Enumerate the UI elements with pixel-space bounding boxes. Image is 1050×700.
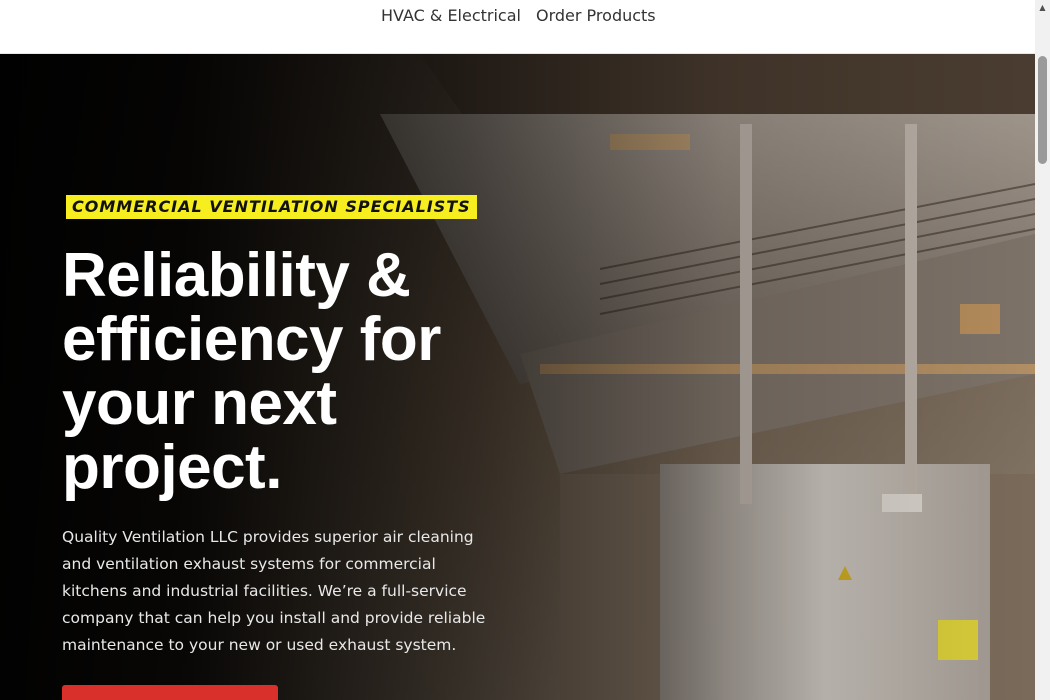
hero-cta-button[interactable] (62, 685, 278, 700)
nav-link-order-products[interactable]: Order Products (536, 6, 656, 25)
scrollbar-thumb[interactable] (1038, 56, 1047, 164)
triangle-up-icon[interactable]: ▲ (1035, 0, 1050, 15)
page-scrollbar[interactable]: ▲ (1035, 0, 1050, 700)
top-navigation: HVAC & Electrical Order Products (0, 0, 1035, 54)
hero-description: Quality Ventilation LLC provides superio… (62, 528, 486, 654)
nav-link-hvac-electrical[interactable]: HVAC & Electrical (381, 6, 521, 25)
hero-eyebrow-label: COMMERCIAL VENTILATION SPECIALISTS (66, 195, 477, 219)
hero-section: COMMERCIAL VENTILATION SPECIALISTS Relia… (0, 54, 1035, 700)
hero-headline: Reliability & efficiency for your next p… (62, 241, 441, 502)
